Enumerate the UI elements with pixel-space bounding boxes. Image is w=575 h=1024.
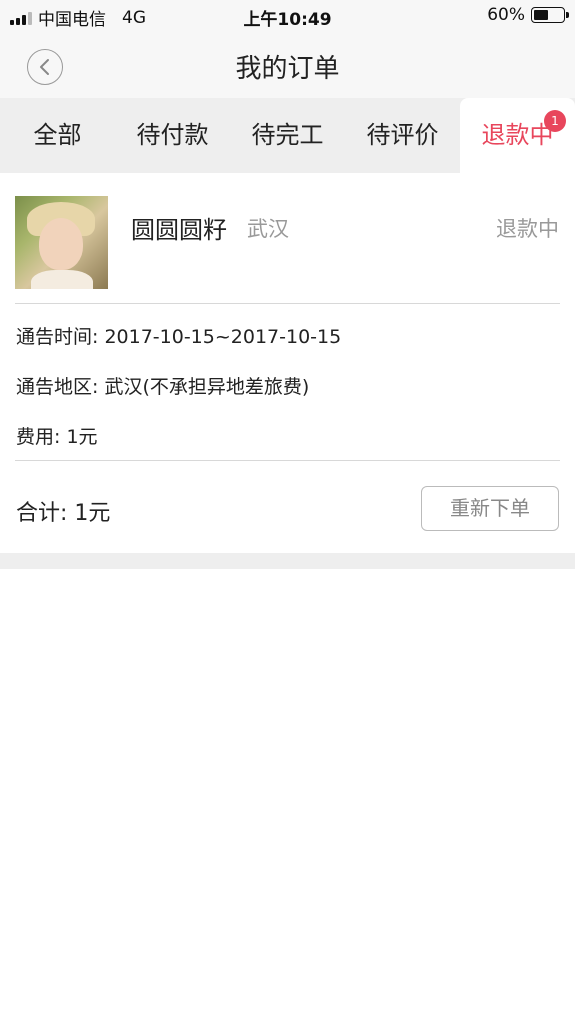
order-status: 退款中 xyxy=(496,217,559,241)
battery-percent: 60% xyxy=(487,5,525,25)
reorder-button[interactable]: 重新下单 xyxy=(421,486,559,531)
notice-location: 通告地区: 武汉(不承担异地差旅费) xyxy=(16,376,310,398)
nav-bar: 我的订单 xyxy=(0,32,575,98)
tab-pending-review[interactable]: 待评价 xyxy=(345,98,460,173)
page-title: 我的订单 xyxy=(235,54,340,84)
battery-icon xyxy=(531,7,569,23)
order-total: 合计: 1元 xyxy=(16,501,111,526)
divider xyxy=(15,460,560,461)
order-card[interactable]: 圆圆圆籽 武汉 退款中 通告时间: 2017-10-15~2017-10-15 … xyxy=(0,173,575,553)
model-city: 武汉 xyxy=(247,217,289,241)
model-name: 圆圆圆籽 xyxy=(131,216,227,244)
tab-pending-payment[interactable]: 待付款 xyxy=(115,98,230,173)
model-avatar[interactable] xyxy=(15,196,108,289)
status-bar: 中国电信 4G 上午10:49 60% xyxy=(0,0,575,32)
tab-refunding-label: 退款中 xyxy=(481,121,554,149)
status-bar-right: 60% xyxy=(487,5,569,25)
notice-time: 通告时间: 2017-10-15~2017-10-15 xyxy=(16,326,342,348)
fee: 费用: 1元 xyxy=(16,426,98,448)
tab-refunding[interactable]: 退款中 1 xyxy=(460,98,575,173)
tab-all[interactable]: 全部 xyxy=(0,98,115,173)
section-gap xyxy=(0,553,575,569)
notification-badge: 1 xyxy=(544,110,566,132)
tab-pending-completion[interactable]: 待完工 xyxy=(230,98,345,173)
order-tabs: 全部 待付款 待完工 待评价 退款中 1 xyxy=(0,98,575,173)
divider xyxy=(15,303,560,304)
